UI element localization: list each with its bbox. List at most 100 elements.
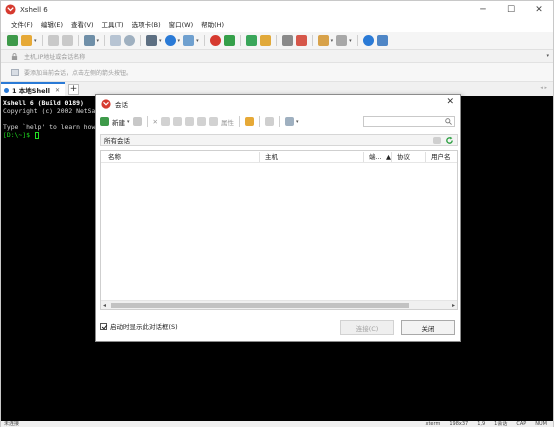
menu-file[interactable]: 文件(F) <box>7 18 37 32</box>
show-on-startup-checkbox[interactable]: 启动时显示此对话框(S) <box>100 321 178 331</box>
col-protocol[interactable]: 协议 <box>393 151 410 163</box>
encoding-icon[interactable] <box>183 35 195 46</box>
xftp-icon[interactable] <box>223 35 235 46</box>
new-session-icon[interactable] <box>7 35 18 46</box>
main-toolbar: ▾ ▾ ▾ ▾ ▾ ▾ ▾ <box>1 32 553 50</box>
folder-up-icon[interactable] <box>433 137 441 144</box>
chat-icon[interactable] <box>376 35 388 46</box>
cut-icon[interactable] <box>160 117 170 126</box>
layout-dropdown-icon[interactable]: ▾ <box>349 38 352 44</box>
highlight-icon[interactable] <box>295 35 307 46</box>
checkbox-checked-icon[interactable] <box>100 322 107 330</box>
find-icon[interactable] <box>124 35 136 46</box>
column-divider <box>363 152 364 162</box>
menu-edit[interactable]: 编辑(E) <box>37 18 67 32</box>
open-folder-icon[interactable] <box>21 35 32 46</box>
dialog-toolbar: 新建 ▾ ✕ 属性 ▾ <box>96 113 460 130</box>
encoding-dropdown-icon[interactable]: ▾ <box>196 38 199 44</box>
open-dropdown-icon[interactable]: ▾ <box>34 38 37 44</box>
col-host[interactable]: 主机 <box>261 151 278 163</box>
minimize-button[interactable]: ─ <box>469 1 497 18</box>
script-icon[interactable] <box>317 35 329 46</box>
menu-help[interactable]: 帮助(H) <box>197 18 228 32</box>
col-port[interactable]: 端... <box>365 151 382 163</box>
paste-icon[interactable] <box>184 117 194 126</box>
scroll-right-icon[interactable]: ▸ <box>452 301 455 310</box>
reconnect-dropdown-icon[interactable]: ▾ <box>97 38 100 44</box>
session-list[interactable]: 名称 主机 端... ▲ 协议 用户名 ◂ ▸ <box>100 150 458 310</box>
status-cap: CAP <box>516 421 527 427</box>
new-dropdown-icon[interactable]: ▾ <box>127 119 130 125</box>
color-scheme-icon[interactable] <box>164 35 176 46</box>
fullscreen-icon[interactable] <box>245 35 257 46</box>
sort-asc-icon: ▲ <box>386 153 391 161</box>
properties-label[interactable]: 属性 <box>221 117 234 127</box>
color-dropdown-icon[interactable]: ▾ <box>178 38 181 44</box>
toolbar-separator <box>146 116 148 127</box>
toolbar-separator <box>238 116 240 127</box>
connect-icon[interactable] <box>47 35 59 46</box>
view-icon[interactable] <box>284 117 294 126</box>
toolbar-separator <box>239 35 241 46</box>
status-bar: 未连接 xterm 198x37 1,9 1会话 CAP NUM <box>1 421 553 427</box>
scrollbar-thumb[interactable] <box>111 303 409 308</box>
copy-icon[interactable] <box>172 117 182 126</box>
menu-tab[interactable]: 选项卡(B) <box>128 18 165 32</box>
toolbar-separator <box>140 35 142 46</box>
menu-window[interactable]: 窗口(W) <box>165 18 198 32</box>
disconnect-icon[interactable] <box>61 35 73 46</box>
keyboard-icon[interactable] <box>281 35 293 46</box>
tab-local-shell[interactable]: 1 本地Shell ✕ <box>1 82 65 96</box>
show-on-startup-label: 启动时显示此对话框(S) <box>110 323 178 331</box>
menu-bar: 文件(F) 编辑(E) 查看(V) 工具(T) 选项卡(B) 窗口(W) 帮助(… <box>1 18 553 32</box>
toolbar-separator <box>203 35 205 46</box>
col-name[interactable]: 名称 <box>104 151 121 163</box>
col-user[interactable]: 用户名 <box>427 151 451 163</box>
add-tab-button[interactable]: + <box>68 83 79 95</box>
reconnect-icon[interactable] <box>83 35 95 46</box>
import-icon[interactable] <box>264 117 274 126</box>
maximize-button[interactable]: ☐ <box>497 1 525 18</box>
new-session-icon[interactable] <box>100 117 109 126</box>
horizontal-scrollbar[interactable]: ◂ ▸ <box>101 300 457 309</box>
open-icon[interactable] <box>132 117 142 126</box>
delete-icon[interactable]: ✕ <box>153 118 158 126</box>
copy-icon[interactable] <box>110 35 122 46</box>
xshell-window: Xshell 6 ─ ☐ ✕ 文件(F) 编辑(E) 查看(V) 工具(T) 选… <box>0 0 554 427</box>
session-path-label: 所有会话 <box>104 137 130 145</box>
address-dropdown-icon[interactable]: ▾ <box>546 53 549 59</box>
layout-icon[interactable] <box>336 35 348 46</box>
script-dropdown-icon[interactable]: ▾ <box>331 38 334 44</box>
refresh-icon[interactable] <box>445 136 454 145</box>
scroll-left-icon[interactable]: ◂ <box>103 301 106 310</box>
window-close-button[interactable]: ✕ <box>525 1 553 18</box>
lock-icon[interactable] <box>259 35 271 46</box>
help-icon[interactable] <box>362 35 374 46</box>
bookmark-icon[interactable] <box>11 68 19 76</box>
status-term-type: xterm <box>425 421 441 427</box>
close-button[interactable]: 关闭 <box>401 320 455 335</box>
address-bar[interactable]: 主机,IP地址或会话名称 ▾ <box>1 50 553 63</box>
menu-view[interactable]: 查看(V) <box>67 18 98 32</box>
connect-button[interactable]: 连接(C) <box>340 320 394 335</box>
address-placeholder: 主机,IP地址或会话名称 <box>24 53 86 61</box>
session-search-input[interactable] <box>363 116 455 127</box>
folder-icon[interactable] <box>244 117 254 126</box>
dialog-close-icon[interactable]: ✕ <box>446 97 454 107</box>
tab-nav-arrows[interactable]: ◂ ▸ <box>540 85 547 91</box>
hint-text: 要添加当前会话，点击左侧的箭头按钮。 <box>24 69 133 77</box>
font-dropdown-icon[interactable]: ▾ <box>159 38 162 44</box>
status-size: 198x37 <box>449 421 469 427</box>
tab-close-icon[interactable]: ✕ <box>55 87 60 94</box>
menu-tools[interactable]: 工具(T) <box>98 18 128 32</box>
properties-icon[interactable] <box>208 117 218 126</box>
xshell-red-icon[interactable] <box>209 35 221 46</box>
dialog-title-bar: 会话 ✕ <box>96 95 460 112</box>
column-divider <box>425 152 426 162</box>
rename-icon[interactable] <box>196 117 206 126</box>
session-dialog: 会话 ✕ 新建 ▾ ✕ 属性 ▾ 所有会话 名称 主机 端... ▲ 协议 用户… <box>95 94 461 342</box>
font-icon[interactable] <box>146 35 158 46</box>
search-icon <box>445 118 452 125</box>
view-dropdown-icon[interactable]: ▾ <box>296 119 299 125</box>
new-button-label[interactable]: 新建 <box>112 117 125 127</box>
